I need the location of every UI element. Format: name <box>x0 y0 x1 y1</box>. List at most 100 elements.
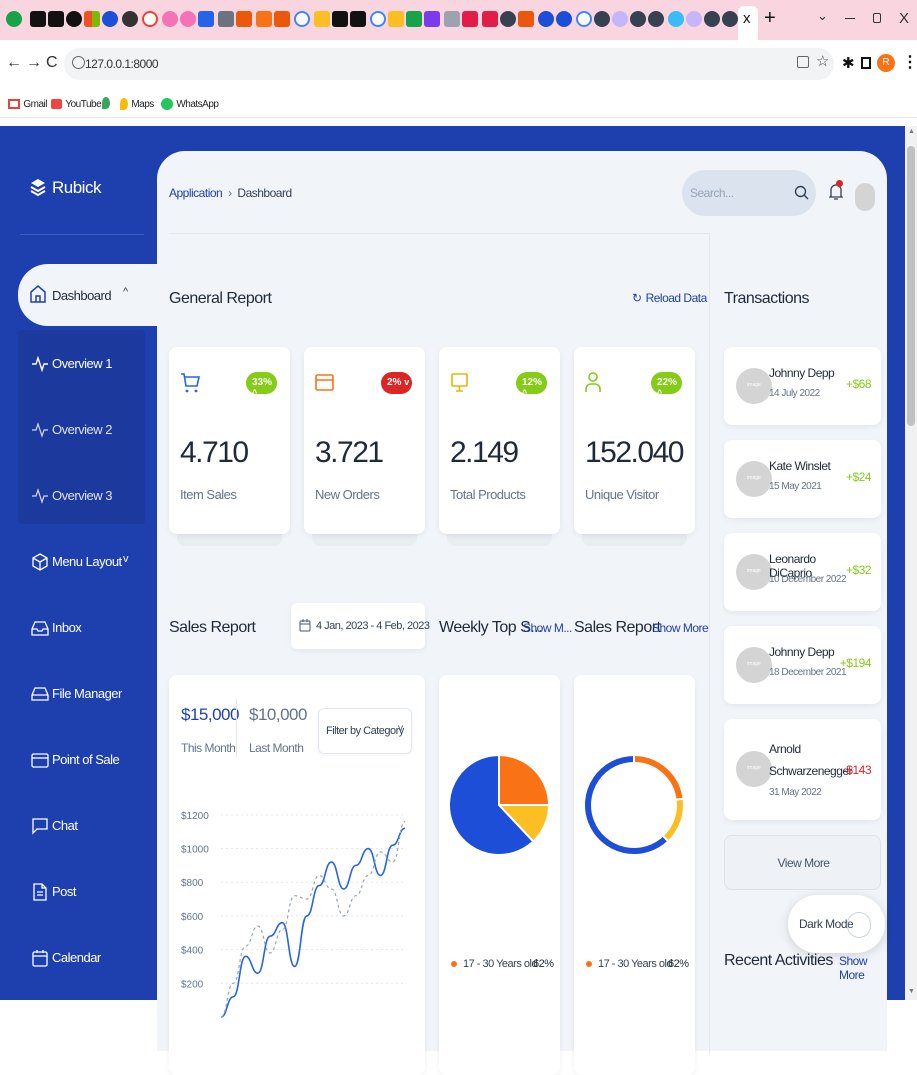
transaction-item[interactable]: image Johnny Depp 18 December 2021 +$194 <box>724 626 881 704</box>
show-more-link[interactable]: Show M... <box>523 621 572 635</box>
tab-favicon-icon[interactable] <box>66 11 82 27</box>
tab-favicon-icon[interactable] <box>236 11 252 27</box>
brand-name[interactable]: Rubick <box>52 178 101 198</box>
tab-favicon-icon[interactable] <box>500 11 516 27</box>
tab-favicon-icon[interactable] <box>162 11 178 27</box>
tab-search-chevron-icon[interactable]: ⌄ <box>817 8 828 24</box>
sidebar-item-menu-layout[interactable]: Menu Layout v <box>0 542 157 582</box>
tab-favicon-icon[interactable] <box>332 11 348 27</box>
sidebar-item-overview-2[interactable]: Overview 2 <box>0 410 157 450</box>
address-bar[interactable]: 127.0.0.1:8000 ☆ <box>64 48 834 80</box>
close-window-icon[interactable]: X <box>899 10 909 27</box>
tab-favicon-icon[interactable] <box>122 11 138 27</box>
tab-favicon-icon[interactable] <box>556 11 572 27</box>
sidebar-item-post[interactable]: Post <box>0 872 157 912</box>
sidebar-item-dashboard[interactable]: Dashboard ^ <box>18 264 168 326</box>
page-scrollbar[interactable]: ▲ ▼ <box>905 126 917 1000</box>
show-more-link[interactable]: Show More <box>839 954 887 982</box>
side-panel-icon[interactable] <box>861 57 871 69</box>
view-more-button[interactable]: View More <box>724 835 881 890</box>
tab-favicon-icon[interactable] <box>274 11 290 27</box>
tab-favicon-icon[interactable] <box>518 11 534 27</box>
breadcrumb-link[interactable]: Application <box>169 186 223 200</box>
sidebar-item-calendar[interactable]: Calendar <box>0 938 157 978</box>
tab-favicon-icon[interactable] <box>102 11 118 27</box>
tab-favicon-icon[interactable] <box>314 11 330 27</box>
restore-window-icon[interactable] <box>873 13 881 23</box>
tab-favicon-icon[interactable] <box>198 11 214 27</box>
reload-icon[interactable]: C <box>46 54 58 72</box>
filter-by-category-dropdown[interactable]: Filter by Category v <box>318 708 412 754</box>
tab-favicon-icon[interactable] <box>722 11 738 27</box>
sidebar-item-chat[interactable]: Chat <box>0 806 157 846</box>
tab-favicon-icon[interactable] <box>218 11 234 27</box>
tab-favicon-icon[interactable] <box>370 11 386 27</box>
tab-favicon-icon[interactable] <box>704 11 720 27</box>
bookmark-whatsapp[interactable]: WhatsApp <box>161 96 219 110</box>
bookmark-gmail[interactable]: Gmail <box>8 96 47 110</box>
tab-favicon-icon[interactable] <box>576 11 592 27</box>
transaction-item[interactable]: image Leonardo DiCaprio 10 December 2022… <box>724 533 881 611</box>
date-range-picker[interactable]: 4 Jan, 2023 - 4 Feb, 2023 <box>291 603 430 649</box>
tab-favicon-icon[interactable] <box>444 11 460 27</box>
tab-favicon-icon[interactable] <box>294 11 310 27</box>
reload-data-button[interactable]: ↻ Reload Data <box>632 291 707 305</box>
sidebar-item-overview-1[interactable]: Overview 1 <box>0 344 157 384</box>
tab-favicon-icon[interactable] <box>6 11 22 27</box>
search-box[interactable]: Search... <box>682 170 816 216</box>
url-text[interactable]: 127.0.0.1:8000 <box>85 57 159 71</box>
tab-favicon-icon[interactable] <box>406 11 422 27</box>
minimize-window-icon[interactable] <box>845 18 855 19</box>
tab-favicon-icon[interactable] <box>256 11 272 27</box>
share-icon[interactable] <box>797 56 809 68</box>
scrollbar-thumb[interactable] <box>907 146 915 426</box>
bookmark-maps[interactable]: Maps <box>120 96 154 110</box>
tab-favicon-icon[interactable] <box>594 11 610 27</box>
tab-favicon-icon[interactable] <box>350 11 366 27</box>
scroll-up-arrow-icon[interactable]: ▲ <box>908 128 915 135</box>
toggle-switch[interactable] <box>847 912 871 938</box>
tab-favicon-icon[interactable] <box>424 11 440 27</box>
transaction-item[interactable]: image Arnold Schwarzenegger 31 May 2022 … <box>724 719 881 820</box>
tab-favicon-icon[interactable] <box>630 11 646 27</box>
weekly-top-seller-card: 17 - 30 Years old 62% <box>439 675 560 1075</box>
transaction-item[interactable]: image Kate Winslet 15 May 2021 +$24 <box>724 440 881 518</box>
dark-mode-toggle[interactable]: Dark Mode <box>788 895 885 953</box>
tab-favicon-icon[interactable] <box>686 11 702 27</box>
sidebar-item-point-of-sale[interactable]: Point of Sale <box>0 740 157 780</box>
tab-favicon-icon[interactable] <box>612 11 628 27</box>
back-icon[interactable]: ← <box>6 54 22 72</box>
bell-icon[interactable] <box>828 180 844 205</box>
tab-favicon-icon[interactable] <box>142 11 158 27</box>
profile-avatar[interactable]: R <box>877 54 895 72</box>
close-tab-icon[interactable]: x <box>743 10 751 27</box>
tab-favicon-icon[interactable] <box>180 11 196 27</box>
tab-favicon-icon[interactable] <box>30 11 46 27</box>
bookmark-star-icon[interactable]: ☆ <box>816 52 829 70</box>
tab-favicon-icon[interactable] <box>48 11 64 27</box>
search-input[interactable]: Search... <box>690 186 734 200</box>
tab-favicon-icon[interactable] <box>668 11 684 27</box>
logo-icon[interactable] <box>30 178 46 197</box>
tab-favicon-icon[interactable] <box>538 11 554 27</box>
bookmark-youtube[interactable]: YouTube <box>51 96 102 110</box>
browser-menu-icon[interactable]: ⋮ <box>902 52 917 72</box>
tab-favicon-icon[interactable] <box>84 11 100 27</box>
forward-icon[interactable]: → <box>26 54 42 72</box>
site-info-icon[interactable] <box>72 56 85 69</box>
show-more-link[interactable]: Show More <box>652 621 709 635</box>
bookmark-maps-pin[interactable] <box>102 95 110 109</box>
scroll-down-arrow-icon[interactable]: ▼ <box>908 988 915 995</box>
sidebar-item-file-manager[interactable]: File Manager <box>0 674 157 714</box>
tab-favicon-icon[interactable] <box>388 11 404 27</box>
sidebar-item-inbox[interactable]: Inbox <box>0 608 157 648</box>
tab-favicon-icon[interactable] <box>462 11 478 27</box>
tab-favicon-icon[interactable] <box>482 11 498 27</box>
user-avatar[interactable] <box>855 183 875 211</box>
tab-favicon-icon[interactable] <box>648 11 664 27</box>
transaction-item[interactable]: image Johnny Depp 14 July 2022 +$68 <box>724 347 881 425</box>
new-tab-button[interactable]: + <box>764 7 776 30</box>
extensions-icon[interactable]: ✱ <box>842 54 855 72</box>
search-icon[interactable] <box>794 185 809 203</box>
sidebar-item-overview-3[interactable]: Overview 3 <box>0 476 157 516</box>
